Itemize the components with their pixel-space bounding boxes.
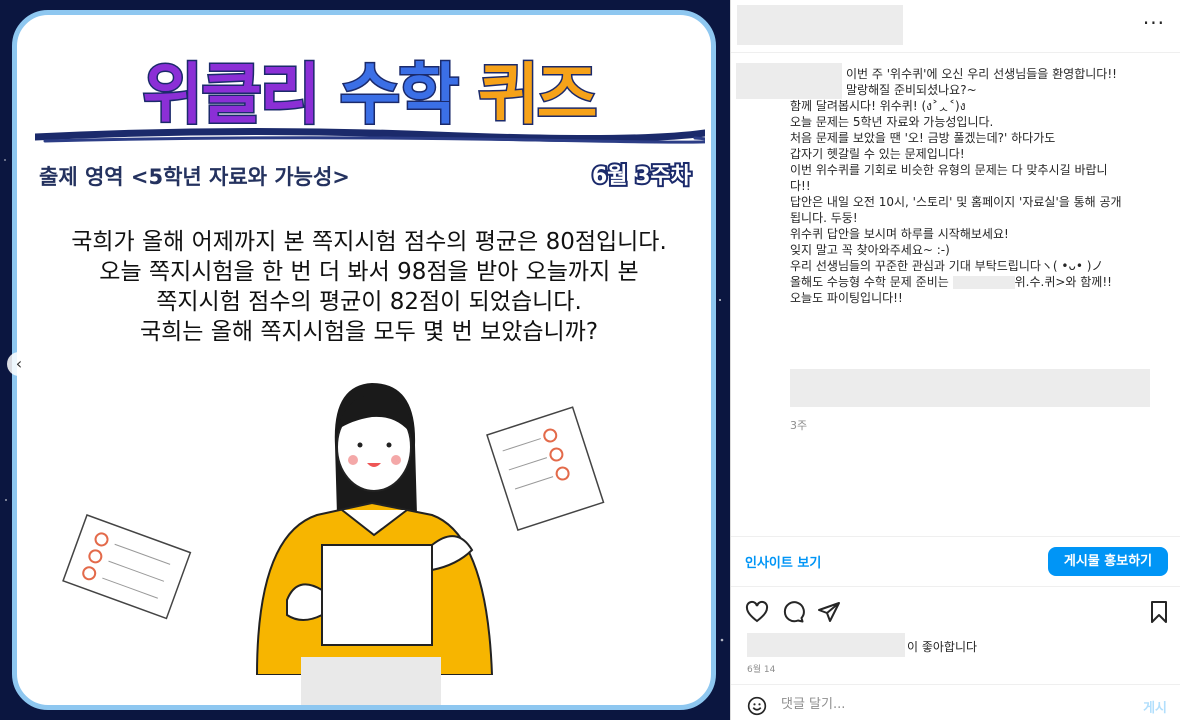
share-icon[interactable]: [817, 600, 841, 624]
quiz-question: 국희가 올해 어제까지 본 쪽지시험 점수의 평균은 80점입니다. 오늘 쪽지…: [17, 227, 711, 347]
caption-line: 답안은 내일 오전 10시, '스토리' 및 홈페이지 '자료실'을 통해 공개: [790, 195, 1122, 209]
caption-line: 처음 문제를 보았을 땐 '오! 금방 풀겠는데?' 하다가도: [790, 131, 1056, 145]
promote-post-button[interactable]: 게시물 홍보하기: [1048, 547, 1168, 576]
divider: [731, 586, 1180, 587]
test-paper-right: [486, 406, 605, 532]
caption-line: 잊지 말고 꼭 찾아와주세요~ :-): [790, 243, 950, 257]
title-part-quiz: 퀴즈: [477, 55, 599, 135]
divider: [731, 536, 1180, 537]
post-caption: 이번 주 '위수퀴'에 오신 우리 선생님들을 환영합니다!! 말랑해질 준비되…: [790, 66, 1150, 306]
question-line: 오늘 쪽지시험을 한 번 더 봐서 98점을 받아 오늘까지 본: [99, 259, 639, 285]
view-insights-link[interactable]: 인사이트 보기: [745, 552, 821, 571]
comment-icon[interactable]: [781, 600, 805, 624]
heart-icon[interactable]: [745, 600, 769, 624]
bookmark-icon[interactable]: [1147, 600, 1171, 624]
redacted-account-header: [737, 5, 903, 45]
caption-line: 다!!: [790, 179, 811, 193]
caption-age: 3주: [790, 419, 808, 432]
redacted-hashtags: [790, 369, 1150, 407]
caption-line: 말랑해질 준비되셨나요?~: [846, 83, 977, 97]
title-part-math: 수학: [338, 55, 460, 135]
caption-line: 우리 선생님들의 꾸준한 관심과 기대 부탁드립니다ヽ( •ᴗ• )ノ: [790, 259, 1104, 273]
student-illustration: [62, 383, 605, 675]
caption-text: 위.수.퀴>와 함께!!: [1014, 275, 1112, 289]
quiz-week-label: 6월 3주차: [590, 162, 693, 191]
emoji-icon[interactable]: [747, 696, 767, 716]
comment-bar: 게시: [731, 685, 1180, 720]
brush-stroke-divider: [35, 127, 705, 144]
title-part-weekly: 위클리: [141, 55, 322, 135]
post-date: 6월 14: [747, 665, 776, 675]
caption-line: 위수퀴 답안을 보시며 하루를 시작해보세요!: [790, 227, 1009, 241]
caption-line: 오늘도 파이팅입니다!!: [790, 291, 903, 305]
redacted-logo: [301, 657, 441, 705]
redacted-inline: [952, 276, 1015, 289]
caption-line: 함께 달려봅시다! 위수퀴! (ง˃ᆺ˂)ง: [790, 99, 966, 113]
caption-text: 올해도 수능형 수학 문제 준비는: [790, 275, 949, 289]
quiz-title: 위클리 수학 퀴즈: [17, 41, 711, 137]
question-line: 국희가 올해 어제까지 본 쪽지시험 점수의 평균은 80점입니다.: [71, 229, 667, 255]
caption-line-mixed: 올해도 수능형 수학 문제 준비는 위.수.퀴>와 함께!!: [790, 274, 1150, 290]
redacted-liker-name: [747, 633, 905, 657]
test-paper-left: [62, 514, 192, 620]
quiz-area-label: 출제 영역 <5학년 자료와 가능성>: [39, 165, 350, 189]
caption-line: 됩니다. 두둥!: [790, 211, 858, 225]
caption-line: 오늘 문제는 5학년 자료와 가능성입니다.: [790, 115, 994, 129]
likes-text[interactable]: 이 좋아합니다: [907, 638, 977, 655]
carousel-prev-button[interactable]: ‹: [7, 352, 31, 376]
caption-line: 이번 주 '위수퀴'에 오신 우리 선생님들을 환영합니다!!: [846, 67, 1117, 81]
post-image-panel: 위클리 수학 퀴즈 출제 영역 <5학년 자료와 가능성> 6월 3주차 국희가…: [0, 0, 730, 720]
question-line: 쪽지시험 점수의 평균이 82점이 되었습니다.: [156, 289, 582, 315]
comment-input[interactable]: [781, 697, 1081, 712]
caption-line: 갑자기 헷갈릴 수 있는 문제입니다!: [790, 147, 965, 161]
more-options-icon[interactable]: ···: [1143, 11, 1165, 35]
divider: [731, 52, 1180, 53]
quiz-card: 위클리 수학 퀴즈 출제 영역 <5학년 자료와 가능성> 6월 3주차 국희가…: [12, 10, 716, 710]
post-details-panel: ··· 이번 주 '위수퀴'에 오신 우리 선생님들을 환영합니다!! 말랑해질…: [730, 0, 1180, 720]
post-comment-button[interactable]: 게시: [1143, 697, 1167, 716]
question-line: 국희는 올해 쪽지시험을 모두 몇 번 보았습니까?: [139, 319, 599, 345]
caption-line: 이번 위수퀴를 기회로 비슷한 유형의 문제는 다 맞추시길 바랍니: [790, 163, 1108, 177]
